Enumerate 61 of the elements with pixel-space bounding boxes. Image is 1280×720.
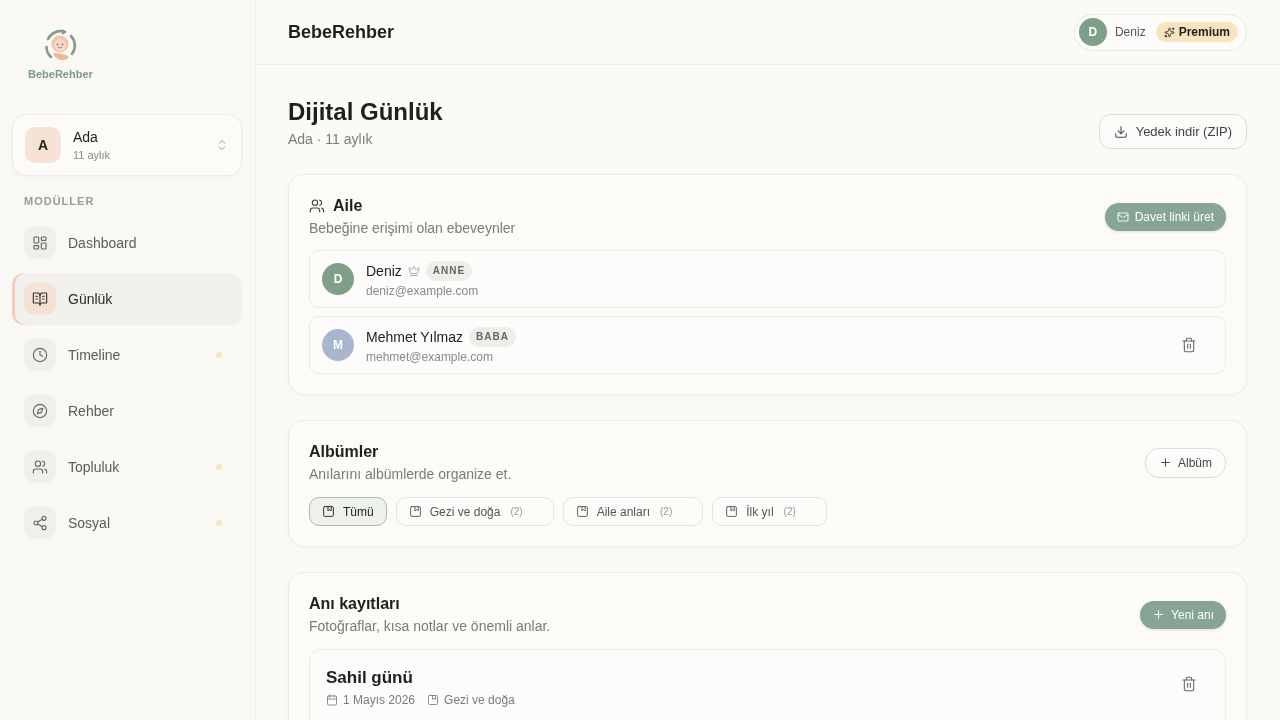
album-filter-chip[interactable]: Gezi ve doğa (2) bbox=[395, 497, 554, 526]
child-age: 11 aylık bbox=[73, 148, 111, 162]
member-avatar: M bbox=[322, 329, 354, 361]
section-label: MODÜLLER bbox=[23, 194, 96, 209]
nav-item[interactable]: Rehber bbox=[12, 385, 242, 437]
clock-icon bbox=[24, 339, 56, 371]
add-album-button[interactable]: Albüm bbox=[1145, 447, 1226, 478]
download-icon bbox=[1113, 124, 1128, 139]
role-badge: ANNE bbox=[425, 260, 473, 281]
nav-item[interactable]: Sosyal bbox=[12, 497, 242, 549]
share-icon bbox=[24, 507, 56, 539]
users-icon bbox=[309, 198, 325, 214]
calendar-icon bbox=[326, 694, 338, 706]
child-name: Ada bbox=[73, 128, 99, 146]
entry-album: Gezi ve doğa bbox=[444, 692, 515, 709]
nav-item[interactable]: Günlük bbox=[12, 273, 242, 325]
plus-icon bbox=[1159, 456, 1172, 469]
card-title: Anı kayıtları bbox=[309, 594, 401, 614]
album-icon bbox=[408, 505, 422, 518]
backup-download-button[interactable]: Yedek indir (ZIP) bbox=[1098, 114, 1247, 149]
member-name: Mehmet Yılmaz bbox=[366, 327, 463, 347]
user-avatar: D bbox=[1078, 18, 1107, 46]
album-filter-chip[interactable]: Aile anları (2) bbox=[562, 497, 704, 526]
album-filter-chip[interactable]: İlk yıl (2) bbox=[712, 497, 827, 526]
card-subtitle: Fotoğraflar, kısa notlar ve önemli anlar. bbox=[309, 617, 551, 636]
member-email: deniz@example.com bbox=[366, 282, 479, 299]
nav-item[interactable]: Topluluk bbox=[12, 441, 242, 493]
card-subtitle: Anılarını albümlerde organize et. bbox=[309, 465, 512, 484]
album-icon bbox=[322, 505, 335, 518]
open-book-icon bbox=[24, 283, 56, 315]
page-subtitle: Ada · 11 aylık bbox=[288, 130, 374, 149]
nav-item[interactable]: Timeline bbox=[12, 329, 242, 381]
child-selector[interactable]: A Ada 11 aylık bbox=[12, 114, 242, 176]
role-badge: BABA bbox=[469, 326, 516, 347]
entry-title: Sahil günü bbox=[326, 667, 414, 689]
entry-date: 1 Mayıs 2026 bbox=[343, 692, 416, 709]
child-avatar: A bbox=[25, 127, 61, 163]
member-name: Deniz bbox=[366, 261, 402, 281]
member-avatar: D bbox=[322, 263, 354, 295]
nav-item[interactable]: Dashboard bbox=[12, 217, 242, 269]
album-filter-chip[interactable]: Tümü bbox=[309, 497, 387, 526]
album-icon bbox=[427, 694, 440, 706]
user-menu[interactable]: D Deniz Premium bbox=[1073, 13, 1247, 51]
trash-icon bbox=[1181, 676, 1197, 692]
logo-text: BebeRehber bbox=[28, 67, 93, 81]
card-title: Albümler bbox=[309, 442, 380, 462]
mail-icon bbox=[1116, 210, 1129, 223]
member-email: mehmet@example.com bbox=[366, 348, 494, 365]
dashboard-icon bbox=[24, 227, 56, 259]
compass-icon bbox=[24, 395, 56, 427]
album-icon bbox=[725, 505, 739, 518]
plan-label: Premium bbox=[1178, 25, 1230, 39]
users-icon bbox=[24, 451, 56, 483]
card-title: Aile bbox=[333, 196, 363, 216]
sparkle-icon bbox=[1163, 26, 1175, 38]
page-title: Dijital Günlük bbox=[288, 97, 443, 127]
card-subtitle: Bebeğine erişimi olan ebeveynler bbox=[309, 219, 516, 238]
app-title: BebeRehber bbox=[288, 21, 395, 43]
plus-icon bbox=[1152, 608, 1166, 621]
trash-icon bbox=[1181, 337, 1197, 353]
album-icon bbox=[575, 505, 589, 518]
